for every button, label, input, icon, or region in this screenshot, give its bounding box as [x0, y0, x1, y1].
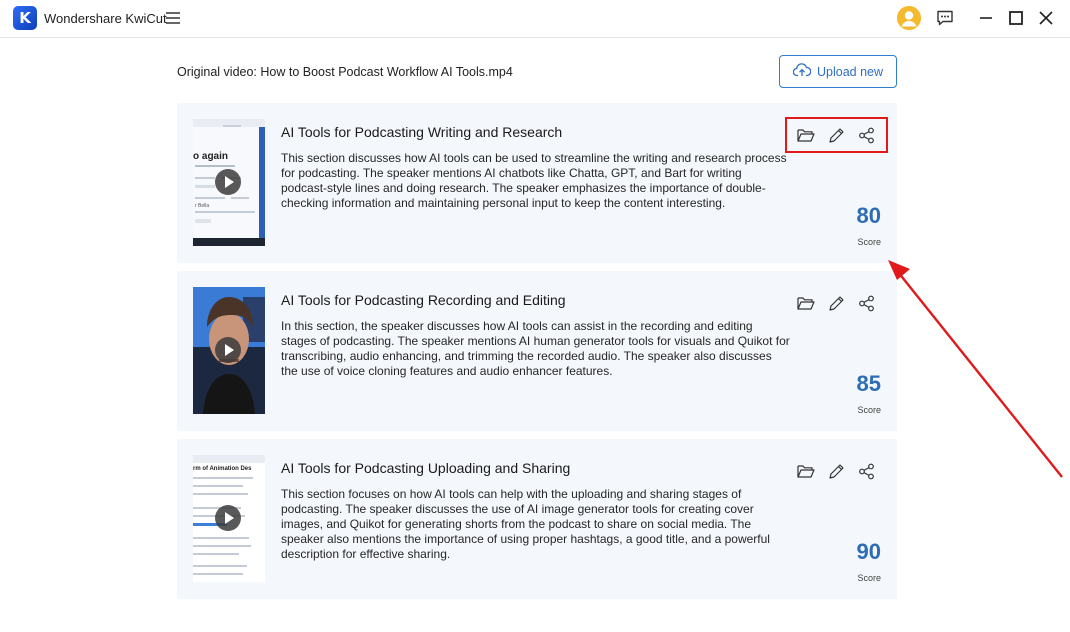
pencil-icon[interactable] [825, 124, 847, 146]
clip-score: 80 [856, 203, 881, 228]
clip-title: AI Tools for Podcasting Recording and Ed… [281, 292, 566, 308]
clip-card[interactable]: rm of Animation Des AI Tools for Podcast… [177, 439, 897, 599]
clip-actions [787, 287, 886, 319]
hamburger-menu-icon[interactable] [166, 11, 180, 25]
app-logo: K [13, 6, 37, 30]
score-label: Score [857, 237, 881, 247]
clip-score: 90 [856, 539, 881, 564]
user-avatar[interactable] [897, 6, 921, 30]
clip-card[interactable]: AI Tools for Podcasting Recording and Ed… [177, 271, 897, 431]
folder-icon[interactable] [795, 292, 817, 314]
title-bar: K Wondershare KwiCut [0, 0, 1070, 38]
pencil-icon[interactable] [825, 460, 847, 482]
thumbnail-text: rm of Animation Des [193, 466, 252, 472]
app-logo-letter: K [19, 9, 31, 27]
share-icon[interactable] [856, 124, 878, 146]
clip-thumbnail[interactable]: o again r Bella [193, 119, 265, 246]
clip-title: AI Tools for Podcasting Uploading and Sh… [281, 460, 571, 476]
minimize-icon[interactable] [976, 8, 996, 28]
upload-new-button[interactable]: Upload new [779, 55, 897, 88]
thumbnail-text: r Bella [195, 203, 210, 209]
annotation-arrow [888, 260, 1063, 478]
clip-description: In this section, the speaker discusses h… [281, 319, 790, 378]
clip-description: This section discusses how AI tools can … [281, 151, 787, 210]
original-video-label: Original video: How to Boost Podcast Wor… [177, 65, 513, 79]
clip-score: 85 [856, 371, 881, 396]
play-icon[interactable] [215, 169, 241, 195]
play-icon[interactable] [215, 337, 241, 363]
thumbnail-text: o again [193, 151, 229, 162]
upload-new-label: Upload new [816, 64, 883, 79]
clip-actions [787, 455, 886, 487]
cloud-upload-icon [792, 63, 812, 80]
folder-icon[interactable] [795, 124, 817, 146]
clip-description: This section focuses on how AI tools can… [281, 487, 770, 561]
share-icon[interactable] [856, 292, 878, 314]
feedback-chat-icon[interactable] [935, 8, 955, 28]
score-label: Score [857, 405, 881, 415]
score-label: Score [857, 573, 881, 583]
maximize-icon[interactable] [1006, 8, 1026, 28]
folder-icon[interactable] [795, 460, 817, 482]
app-title: Wondershare KwiCut [44, 11, 167, 26]
pencil-icon[interactable] [825, 292, 847, 314]
clip-thumbnail[interactable] [193, 287, 265, 414]
clip-title: AI Tools for Podcasting Writing and Rese… [281, 124, 563, 140]
share-icon[interactable] [856, 460, 878, 482]
clip-card[interactable]: o again r Bella AI Tools for Podcasting … [177, 103, 897, 263]
clip-actions [785, 117, 888, 153]
close-icon[interactable] [1036, 8, 1056, 28]
clip-thumbnail[interactable]: rm of Animation Des [193, 455, 265, 582]
play-icon[interactable] [215, 505, 241, 531]
